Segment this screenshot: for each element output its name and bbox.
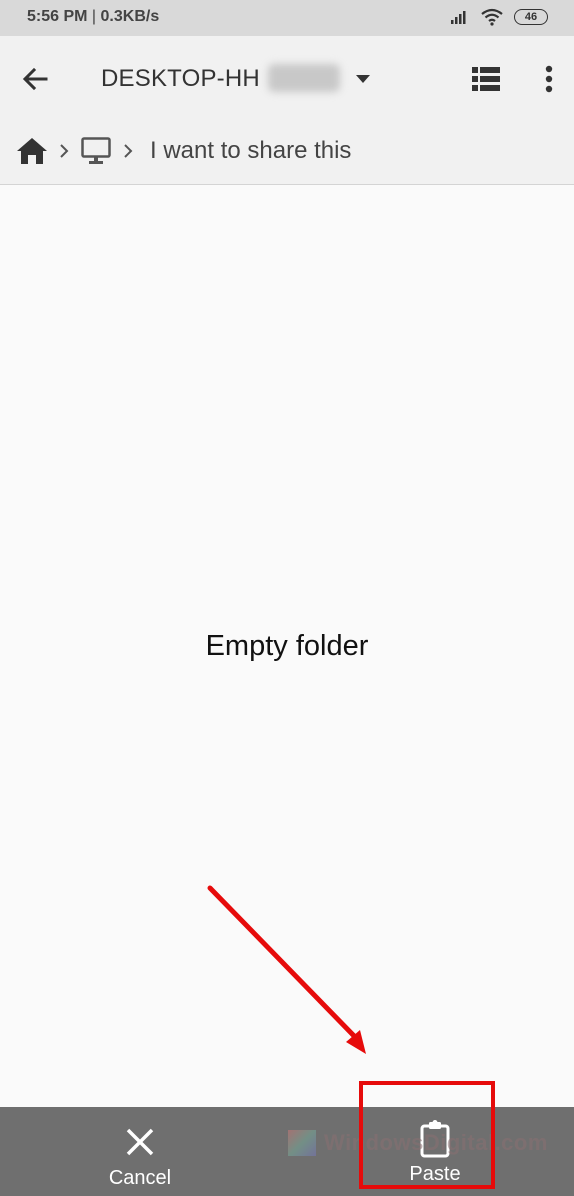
status-icons: 46 [450,8,548,26]
chevron-right-icon [124,144,133,158]
page-title: DESKTOP-HH [101,65,260,92]
network-speed: 0.3KB/s [100,8,160,25]
cancel-button[interactable]: Cancel [70,1107,210,1196]
computer-icon[interactable] [80,136,112,166]
app-bar: DESKTOP-HH I want to share this [0,36,574,185]
signal-icon [451,11,466,24]
cancel-label: Cancel [108,1167,172,1189]
list-view-icon[interactable] [470,64,502,94]
redacted-title-part [268,64,340,92]
watermark-logo-icon [288,1130,316,1156]
home-icon[interactable] [16,136,48,166]
status-time-speed: 5:56 PM | 0.3KB/s [27,8,159,26]
battery-icon: 46 [514,9,548,25]
close-icon [126,1128,154,1156]
arrow-back-icon[interactable] [18,62,52,96]
breadcrumb: I want to share this [16,133,351,169]
status-time: 5:56 PM [27,8,88,25]
wifi-icon [481,8,503,26]
empty-folder-message: Empty folder [205,630,369,662]
status-bar: 5:56 PM | 0.3KB/s 46 [0,0,574,36]
status-separator: | [87,8,101,25]
annotation-highlight-box [359,1081,495,1189]
battery-level: 46 [524,11,538,23]
dropdown-triangle-icon[interactable] [352,72,374,86]
more-vert-icon[interactable] [538,62,560,96]
breadcrumb-current-folder[interactable]: I want to share this [150,137,351,165]
chevron-right-icon [60,144,69,158]
